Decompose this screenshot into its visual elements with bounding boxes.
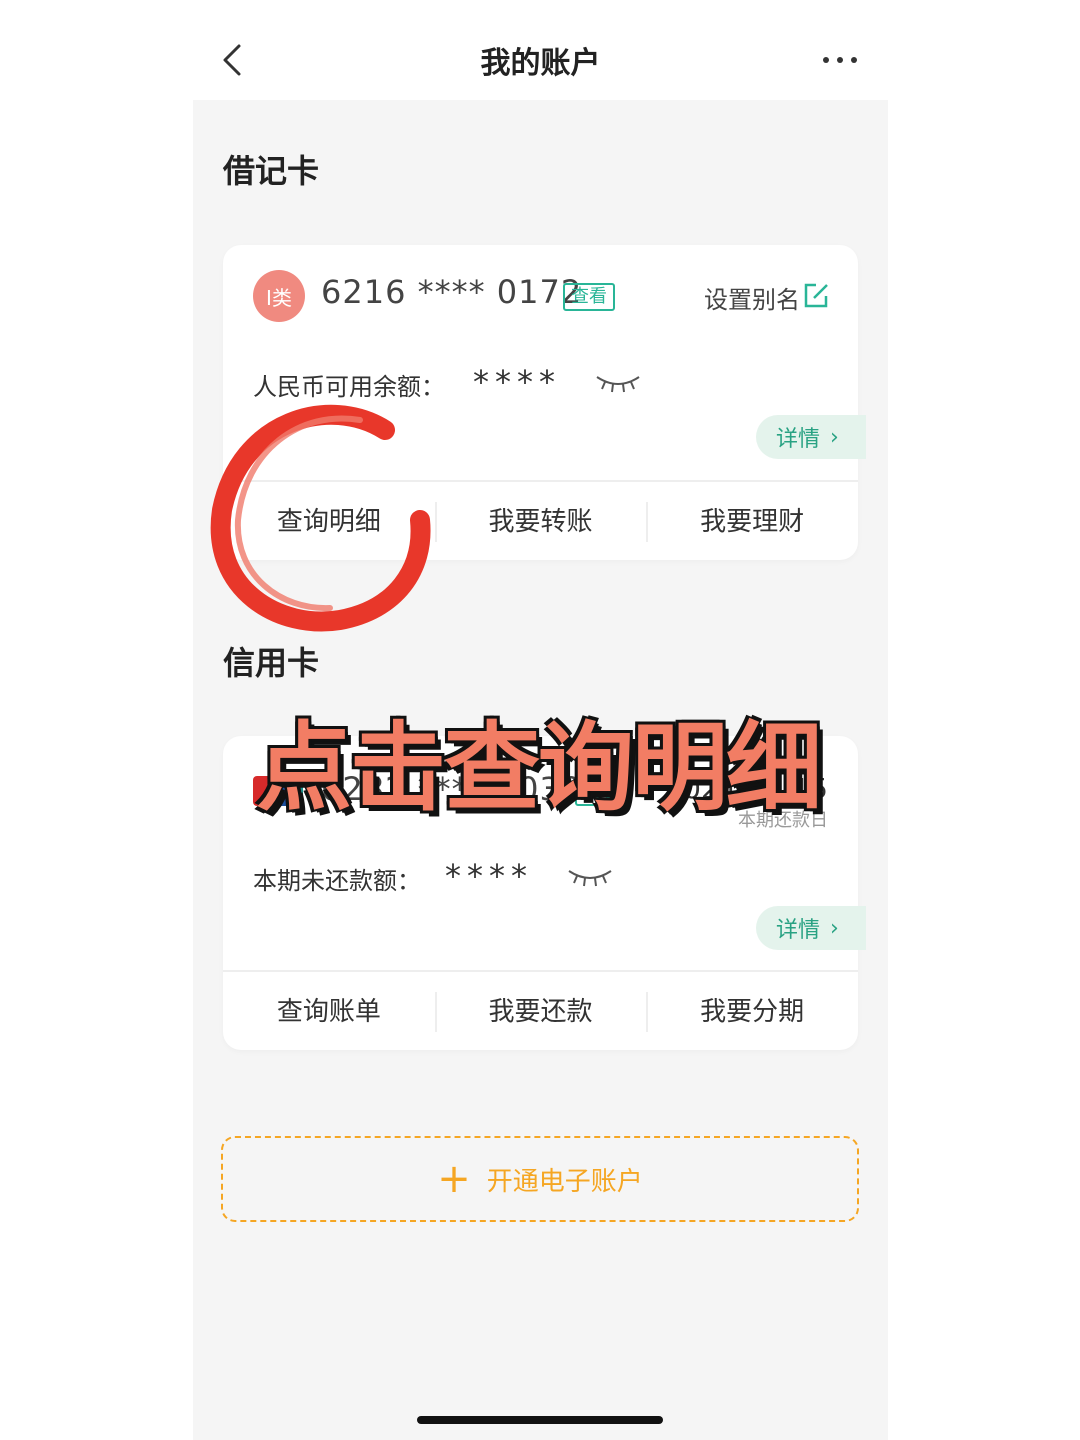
annotation-text: 点击查询明细	[256, 711, 822, 824]
view-card-number-button[interactable]: 查看	[563, 283, 615, 311]
wealth-button[interactable]: 我要理财	[646, 482, 858, 562]
installment-button[interactable]: 我要分期	[646, 972, 858, 1052]
top-bar: 我的账户	[193, 0, 888, 100]
detail-label: 详情	[776, 427, 821, 452]
home-indicator	[417, 1416, 663, 1424]
credit-actions: 查询账单 我要还款 我要分期	[223, 972, 858, 1052]
unpaid-label: 本期未还款额：	[253, 867, 421, 895]
credit-section-title: 信用卡	[223, 644, 320, 682]
page-title: 我的账户	[480, 46, 601, 81]
credit-detail-button[interactable]: 详情 ›	[756, 906, 866, 950]
set-alias-button[interactable]: 设置别名	[704, 280, 800, 315]
edit-icon[interactable]	[802, 282, 830, 310]
transfer-button[interactable]: 我要转账	[434, 482, 647, 562]
query-bill-button[interactable]: 查询账单	[223, 972, 435, 1052]
debit-detail-button[interactable]: 详情 ›	[756, 415, 866, 459]
eye-closed-icon[interactable]	[595, 371, 641, 395]
detail-label: 详情	[776, 918, 821, 943]
more-icon[interactable]	[820, 52, 860, 68]
repay-button[interactable]: 我要还款	[434, 972, 647, 1052]
open-e-account-label: 开通电子账户	[486, 1166, 643, 1197]
debit-card-number: 6216 **** 0172	[321, 273, 583, 311]
unpaid-masked: ****	[445, 857, 533, 895]
plus-icon: +	[437, 1156, 471, 1202]
debit-section-title: 借记卡	[223, 152, 320, 190]
balance-label: 人民币可用余额：	[253, 373, 445, 401]
balance-masked: ****	[473, 363, 561, 401]
card-class-badge: I类	[253, 270, 305, 322]
chevron-right-icon: ›	[830, 424, 839, 450]
eye-closed-icon[interactable]	[567, 865, 613, 889]
open-e-account-button[interactable]: + 开通电子账户	[221, 1136, 859, 1222]
red-circle-annotation	[210, 404, 431, 632]
chevron-right-icon: ›	[830, 915, 839, 941]
